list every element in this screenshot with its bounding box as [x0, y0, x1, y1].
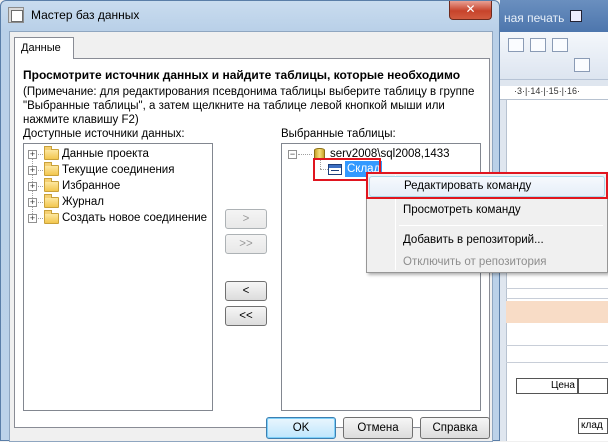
app-icon [8, 7, 24, 23]
menu-item-add-to-repository[interactable]: Добавить в репозиторий... [369, 230, 605, 251]
tree-item-label: Данные проекта [62, 148, 149, 160]
toolbar-icon[interactable] [508, 38, 524, 52]
page-heading: Просмотрите источник данных и найдите та… [23, 68, 461, 82]
ok-button[interactable]: OK [266, 417, 336, 439]
toolbar-icon[interactable] [552, 38, 568, 52]
folder-icon [44, 146, 59, 160]
band-divider [506, 298, 608, 299]
background-titlebar: ная печать [500, 0, 608, 32]
tree-item-favorites[interactable]: + Избранное [24, 178, 204, 194]
tree-connector [38, 186, 43, 187]
available-sources-tree[interactable]: + Данные проекта + Текущие соединения + … [23, 143, 213, 411]
instruction-note: (Примечание: для редактирования псевдони… [23, 86, 475, 126]
tree-connector [38, 202, 43, 203]
window-icon[interactable] [570, 10, 582, 22]
remove-button[interactable]: < [225, 281, 267, 301]
expand-icon[interactable]: + [28, 166, 37, 175]
dialog-title: Мастер баз данных [31, 8, 140, 22]
selected-tables-label: Выбранные таблицы: [281, 128, 396, 140]
folder-icon [44, 194, 59, 208]
expand-icon[interactable]: + [28, 198, 37, 207]
tree-item-label: Создать новое соединение [62, 212, 208, 224]
toolbar-icon[interactable] [574, 58, 590, 72]
cancel-button[interactable]: Отмена [343, 417, 413, 439]
tree-connector [38, 154, 43, 155]
toolbar-icon[interactable] [530, 38, 546, 52]
menu-item-detach-repository[interactable]: Отключить от репозитория [369, 252, 605, 273]
tree-item-label: Избранное [62, 180, 121, 192]
help-button[interactable]: Справка [420, 417, 490, 439]
expand-icon[interactable]: + [28, 182, 37, 191]
expand-icon[interactable]: + [28, 150, 37, 159]
tree-connector [38, 218, 43, 219]
tree-item-label: Текущие соединения [62, 164, 175, 176]
menu-separator [399, 225, 603, 226]
folder-icon [44, 210, 59, 224]
band-divider [506, 288, 608, 289]
dialog-titlebar[interactable]: Мастер баз данных ✕ [1, 1, 499, 29]
close-button[interactable]: ✕ [449, 1, 492, 20]
band-divider [506, 345, 608, 346]
highlight-box [366, 172, 608, 199]
report-band [506, 301, 608, 323]
band-divider [506, 362, 608, 363]
tree-item-new-connection[interactable]: + Создать новое соединение [24, 210, 212, 226]
report-cell[interactable] [578, 378, 608, 394]
ruler: ·3·|·14·|·15·|·16· [500, 86, 608, 100]
expand-icon[interactable]: + [28, 214, 37, 223]
tab-data[interactable]: Данные [14, 37, 74, 59]
background-title: ная печать [504, 11, 565, 25]
tree-item-history[interactable]: + Журнал [24, 194, 204, 210]
add-button[interactable]: > [225, 209, 267, 229]
report-cell-price[interactable]: Цена [516, 378, 578, 394]
collapse-icon[interactable]: − [288, 150, 297, 159]
add-all-button[interactable]: >> [225, 234, 267, 254]
report-cell-stock[interactable]: клад [578, 418, 608, 434]
available-sources-label: Доступные источники данных: [23, 128, 185, 140]
tree-item-current-connections[interactable]: + Текущие соединения [24, 162, 204, 178]
remove-all-button[interactable]: << [225, 306, 267, 326]
tree-connector [38, 170, 43, 171]
tree-item-label: Журнал [62, 196, 104, 208]
background-toolbar [500, 32, 608, 80]
menu-item-view-command[interactable]: Просмотреть команду [369, 200, 605, 221]
tree-connector [298, 154, 312, 155]
folder-icon [44, 162, 59, 176]
folder-icon [44, 178, 59, 192]
tree-item-project-data[interactable]: + Данные проекта [24, 146, 204, 162]
